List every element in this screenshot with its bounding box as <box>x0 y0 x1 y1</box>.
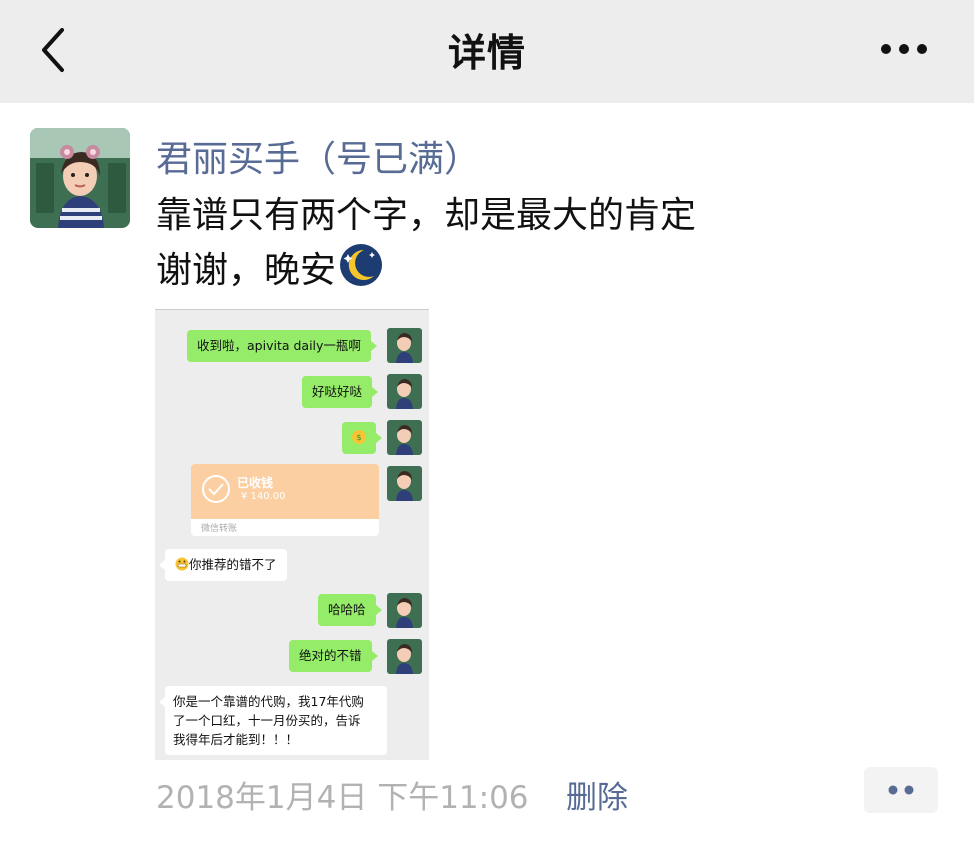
post-text-line-2: 谢谢，晚安 <box>156 242 696 297</box>
payment-card-header: 已收钱 ¥ 140.00 <box>191 464 379 519</box>
author-name[interactable]: 君丽买手（号已满） <box>156 130 480 182</box>
chat-avatar <box>387 420 422 455</box>
svg-text:$: $ <box>356 433 361 442</box>
chat-bubble-received-long: 你是一个靠谱的代购，我17年代购 了一个口红，十一月份买的，告诉 我得年后才能到… <box>159 686 387 755</box>
avatar[interactable] <box>30 128 130 228</box>
chat-bubble-sent: 好哒好哒 <box>302 376 379 408</box>
chat-bubble-received: 你推荐的错不了 <box>159 549 287 581</box>
more-dots-icon[interactable] <box>874 34 934 64</box>
sleepy-moon-icon <box>340 244 383 286</box>
chat-screenshot-image[interactable]: 收到啦，apivita daily一瓶啊 好哒好哒 $ 已收钱 ¥ 140.00… <box>155 309 429 760</box>
chat-reply-line: 你是一个靠谱的代购，我17年代购 <box>173 694 364 709</box>
page-title: 详情 <box>447 31 526 75</box>
chat-avatar <box>387 466 422 501</box>
chat-avatar <box>387 593 422 628</box>
post-text: 靠谱只有两个字，却是最大的肯定 谢谢，晚安 <box>156 190 696 297</box>
chat-bubble-sent: 哈哈哈 <box>318 594 381 626</box>
chat-reply-text: 你推荐的错不了 <box>189 557 277 572</box>
chat-reply-line: 我得年后才能到！！！ <box>173 732 299 747</box>
chat-avatar <box>387 374 422 409</box>
post-timestamp: 2018年1月4日 下午11:06 <box>156 780 529 816</box>
payment-title: 已收钱 <box>237 476 274 490</box>
post-text-line-1: 靠谱只有两个字，却是最大的肯定 <box>156 195 697 236</box>
navbar: 详情 <box>0 0 974 103</box>
chat-bubble-emoji: $ <box>342 422 382 454</box>
chat-avatar <box>387 639 422 674</box>
comment-like-button[interactable] <box>864 767 938 813</box>
two-dots-icon <box>888 785 914 795</box>
payment-card: 已收钱 ¥ 140.00 微信转账 <box>191 464 379 536</box>
chat-avatar <box>387 328 422 363</box>
chat-bubble-sent: 绝对的不错 <box>289 640 377 672</box>
payment-amount: ¥ 140.00 <box>241 491 286 502</box>
chat-reply-line: 了一个口红，十一月份买的，告诉 <box>173 713 361 728</box>
delete-link[interactable]: 删除 <box>566 772 628 817</box>
post-text-line-2-content: 谢谢，晚安 <box>156 250 337 291</box>
chat-bubble-sent: 收到啦，apivita daily一瓶啊 <box>187 330 377 362</box>
payment-footer: 微信转账 <box>201 524 238 534</box>
grin-emoji-icon <box>175 557 189 571</box>
check-circle-icon <box>202 475 230 503</box>
money-face-emoji-icon: $ <box>352 430 366 444</box>
